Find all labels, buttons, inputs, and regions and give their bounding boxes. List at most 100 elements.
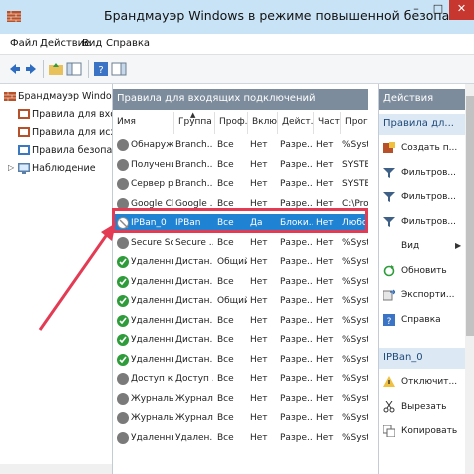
up-folder-icon[interactable] xyxy=(48,61,64,77)
table-row[interactable]: Удаленны...Удален...ВсеНетРазре...Нет%Sy… xyxy=(113,429,368,448)
show-hide-action-pane-icon[interactable] xyxy=(111,61,127,77)
action-item[interactable]: ? Справка xyxy=(379,309,474,333)
table-row[interactable]: Удаленны...Дистан...ОбщийНетРазре...Нет%… xyxy=(113,253,368,272)
column-header-override[interactable]: Част... xyxy=(314,112,341,134)
actions-scrollbar[interactable] xyxy=(465,84,474,474)
back-arrow-icon[interactable] xyxy=(6,61,22,77)
disabled-rule-icon xyxy=(117,158,129,171)
column-header-action[interactable]: Дейст... xyxy=(278,112,314,134)
actions-section-selected-rule[interactable]: IPBan_0 xyxy=(379,348,474,369)
cell-group: Branch... xyxy=(175,140,213,150)
cell-enabled: Нет xyxy=(250,179,268,189)
minimize-button[interactable]: – xyxy=(405,0,427,20)
cell-name: Журналы ... xyxy=(131,393,173,404)
actions-pane: Действия Правила дл... Создать п... Фильт… xyxy=(378,84,474,474)
action-item[interactable]: Экспорти... xyxy=(379,284,474,308)
menu-file[interactable]: Файл xyxy=(10,38,38,49)
cell-program: %Syst... xyxy=(342,276,368,287)
table-row[interactable]: Получени...Branch...ВсеНетРазре...НетSYS… xyxy=(113,156,368,175)
tree-item-outbound[interactable]: Правила для исходящ xyxy=(0,124,112,142)
tree-item-monitoring[interactable]: ▷ Наблюдение xyxy=(0,160,112,178)
cell-name: Сервер ра... xyxy=(131,179,173,189)
action-item[interactable]: Вырезать xyxy=(379,396,474,420)
action-item[interactable]: Фильтров... xyxy=(379,211,474,235)
disabled-rule-icon xyxy=(117,236,129,249)
cell-name: Обнаруже... xyxy=(131,140,173,150)
action-item[interactable]: Фильтров... xyxy=(379,186,474,210)
title-bar: Брандмауэр Windows в режиме повышенной б… xyxy=(0,0,474,34)
column-header-name[interactable]: Имя xyxy=(113,112,174,134)
cell-action: Разре... xyxy=(280,159,313,170)
action-item[interactable]: Фильтров... xyxy=(379,162,474,186)
toolbar-separator xyxy=(43,60,44,78)
tree-item-inbound[interactable]: Правила для входящ xyxy=(0,106,112,124)
action-label: Фильтров... xyxy=(401,216,457,227)
column-header-profile[interactable]: Проф... xyxy=(215,112,248,134)
table-row[interactable]: Обнаруже...Branch...ВсеНетРазре...Нет%Sy… xyxy=(113,136,368,155)
table-row[interactable]: Журналы ...Журнал...ВсеНетРазре...Нет%Sy… xyxy=(113,390,368,409)
cell-action: Разре... xyxy=(280,315,313,326)
maximize-button[interactable]: □ xyxy=(427,0,449,20)
cell-group: Дистан... xyxy=(175,257,213,267)
cell-override: Нет xyxy=(316,374,334,384)
filter-icon xyxy=(383,216,395,228)
outbound-rules-icon xyxy=(18,127,30,137)
menu-view[interactable]: Вид xyxy=(82,38,102,49)
cell-profile: Все xyxy=(217,179,234,189)
cell-group: Дистан... xyxy=(175,276,213,287)
tree-item-security[interactable]: Правила безопасност xyxy=(0,142,112,160)
cell-action: Разре... xyxy=(280,140,313,150)
cell-enabled: Нет xyxy=(250,393,268,404)
close-button[interactable]: ✕ xyxy=(449,0,474,20)
actions-section-rules[interactable]: Правила дл... xyxy=(379,114,474,135)
cell-program: %Syst... xyxy=(342,393,368,404)
forward-arrow-icon[interactable] xyxy=(24,61,40,77)
action-item[interactable]: Обновить xyxy=(379,260,474,284)
action-label: Отключит... xyxy=(401,377,458,387)
cell-program: SYSTEM xyxy=(342,159,368,170)
cell-profile: Общий xyxy=(217,257,247,267)
cell-enabled: Нет xyxy=(250,140,268,150)
cell-action: Разре... xyxy=(280,335,313,345)
action-item[interactable]: Отключит... xyxy=(379,371,474,395)
cell-program: %Syst... xyxy=(342,413,368,423)
action-item[interactable]: Вид ▶ xyxy=(379,235,474,259)
table-row[interactable]: Удаленны...Дистан...ОбщийНетРазре...Нет%… xyxy=(113,292,368,311)
action-label: Создать п... xyxy=(401,143,458,153)
cell-action: Разре... xyxy=(280,354,313,365)
cell-override: Нет xyxy=(316,276,334,287)
table-row[interactable]: Удаленны...Дистан...ВсеНетРазре...Нет%Sy… xyxy=(113,331,368,350)
table-row[interactable]: Secure Soc...Secure ...ВсеНетРазре...Нет… xyxy=(113,234,368,253)
menu-help[interactable]: Справка xyxy=(106,38,150,49)
cell-enabled: Нет xyxy=(250,257,268,267)
copy-icon xyxy=(382,424,396,438)
cell-profile: Все xyxy=(217,393,234,404)
tree-item-root[interactable]: Брандмауэр Windows в р xyxy=(0,88,112,106)
table-row[interactable]: Удаленны...Дистан...ВсеНетРазре...Нет%Sy… xyxy=(113,351,368,370)
cell-program: %Syst... xyxy=(342,237,368,248)
table-row[interactable]: Сервер ра...Branch...ВсеНетРазре...НетSY… xyxy=(113,175,368,194)
toolbar: ? xyxy=(0,55,474,84)
table-row[interactable]: Журналы ...Журнал...ВсеНетРазре...Нет%Sy… xyxy=(113,409,368,428)
table-row[interactable]: Удаленны...Дистан...ВсеНетРазре...Нет%Sy… xyxy=(113,273,368,292)
help-icon[interactable]: ? xyxy=(93,61,109,77)
firewall-app-icon xyxy=(7,11,21,22)
show-hide-tree-icon[interactable] xyxy=(66,61,82,77)
tree-item-label: Наблюдение xyxy=(32,163,96,174)
cell-profile: Общий xyxy=(217,296,247,306)
cell-profile: Все xyxy=(217,413,234,423)
cell-action: Разре... xyxy=(280,198,313,209)
tree-horizontal-scrollbar[interactable] xyxy=(0,464,112,474)
scrollbar-thumb[interactable] xyxy=(466,96,474,336)
table-row[interactable]: Удаленны...Дистан...ВсеНетРазре...Нет%Sy… xyxy=(113,312,368,331)
expand-arrow-icon[interactable]: ▷ xyxy=(8,163,14,172)
cell-group: Доступ ... xyxy=(175,374,213,384)
cell-action: Разре... xyxy=(280,296,313,306)
disabled-rule-icon xyxy=(117,412,129,424)
column-header-program[interactable]: Прог... xyxy=(341,112,368,134)
table-row[interactable]: Доступ к с...Доступ ...ВсеНетРазре...Нет… xyxy=(113,370,368,389)
action-item[interactable]: Копировать xyxy=(379,420,474,444)
action-item[interactable]: Создать п... xyxy=(379,137,474,161)
cell-override: Нет xyxy=(316,198,334,209)
column-header-enabled[interactable]: Вклю... xyxy=(248,112,278,134)
